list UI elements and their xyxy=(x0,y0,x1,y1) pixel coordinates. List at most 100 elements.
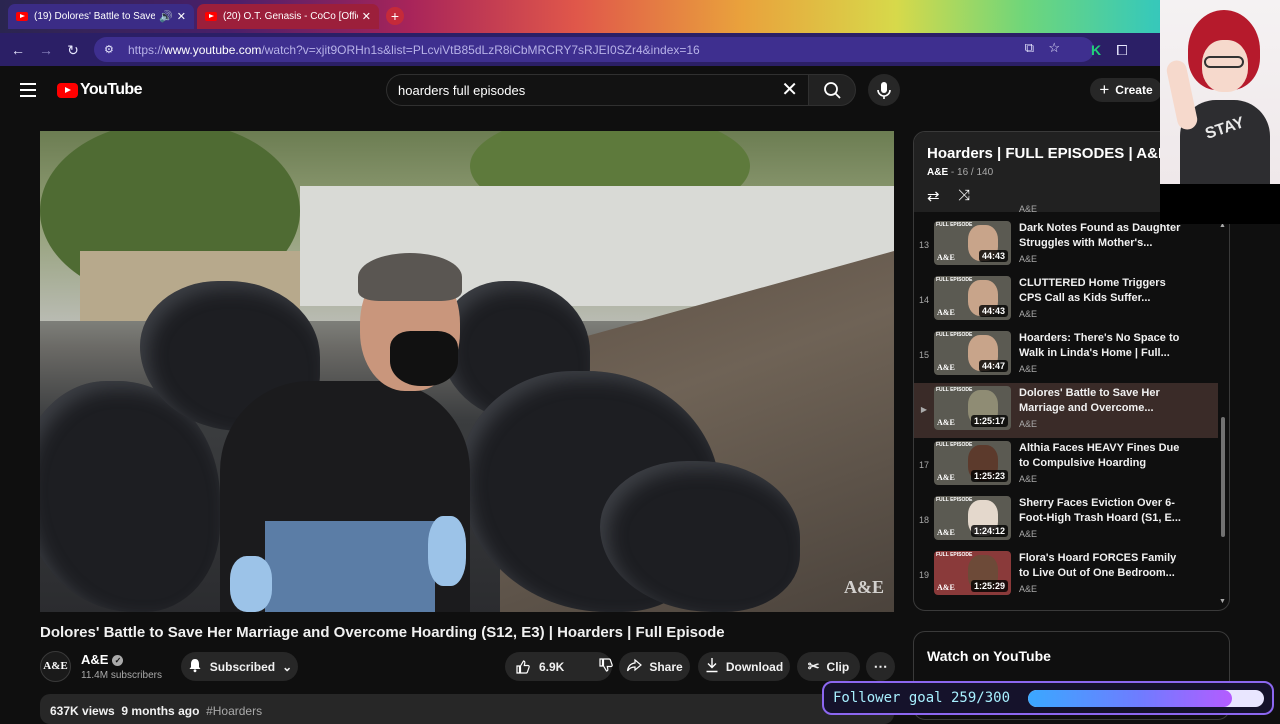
playlist-item-thumbnail: FULL EPISODE A&E 1:25:23 xyxy=(934,441,1011,485)
download-label: Download xyxy=(725,659,784,674)
view-count: 637K views xyxy=(50,704,115,718)
playlist-item-index: 18 xyxy=(918,515,929,525)
browser-tab-youtube-music[interactable]: (20) O.T. Genasis - CoCo [Offici ✕ xyxy=(197,4,379,29)
playlist-item-title: Dark Notes Found as Daughter Struggles w… xyxy=(1019,222,1181,249)
duration-badge: 44:43 xyxy=(978,250,1008,262)
playlist-item-channel: A&E xyxy=(1019,364,1038,374)
like-dislike-group: 6.9K xyxy=(505,652,614,681)
youtube-logo[interactable]: YouTube xyxy=(57,81,142,99)
hashtag-link[interactable]: #Hoarders xyxy=(206,704,262,718)
extensions-puzzle-icon[interactable]: ⧠ xyxy=(1112,40,1132,60)
playlist-item[interactable]: 17 FULL EPISODE A&E 1:25:23 Althia Faces H… xyxy=(914,438,1218,493)
overlay-dark-strip xyxy=(1160,184,1280,224)
playlist-item[interactable]: 13 FULL EPISODE A&E 44:43 Dark Notes Found… xyxy=(914,218,1218,273)
playlist-scrollbar[interactable] xyxy=(1221,417,1225,537)
channel-avatar[interactable]: A&E xyxy=(40,651,71,682)
chevron-down-icon: ⌄ xyxy=(282,659,293,674)
create-button[interactable]: + Create xyxy=(1090,78,1162,102)
loop-playlist-icon[interactable]: ⇄ xyxy=(927,187,940,205)
microphone-icon xyxy=(877,82,891,99)
playlist-item-thumbnail: FULL EPISODE A&E 1:25:29 xyxy=(934,551,1011,595)
playlist-item-thumbnail: FULL EPISODE A&E 1:24:12 xyxy=(934,496,1011,540)
scissors-icon: ✂ xyxy=(807,658,820,674)
playlist-item-thumbnail: FULL EPISODE A&E 44:43 xyxy=(934,221,1011,265)
playlist-item[interactable]: 14 FULL EPISODE A&E 44:43 CLUTTERED Home T… xyxy=(914,273,1218,328)
search-input[interactable]: hoarders full episodes ✕ xyxy=(386,74,808,106)
download-button[interactable]: Download xyxy=(698,652,790,681)
extension-k-icon[interactable]: K xyxy=(1086,40,1106,60)
like-count: 6.9K xyxy=(539,659,565,674)
playlist-item-current[interactable]: ▶ FULL EPISODE A&E 1:25:17 Dolores' Battle… xyxy=(914,383,1218,438)
playlist-item-thumbnail: FULL EPISODE A&E 44:47 xyxy=(934,331,1011,375)
playlist-item-index: 17 xyxy=(918,460,929,470)
partial-channel-label: A&E xyxy=(1019,204,1038,214)
like-button[interactable]: 6.9K xyxy=(515,659,564,675)
voice-search-button[interactable] xyxy=(868,74,900,106)
share-arrow-icon xyxy=(626,657,643,676)
video-title: Dolores' Battle to Save Her Marriage and… xyxy=(40,624,725,641)
now-playing-icon: ▶ xyxy=(920,405,928,414)
forward-arrow-icon[interactable]: → xyxy=(36,40,56,60)
clear-search-icon[interactable]: ✕ xyxy=(781,80,798,100)
new-tab-button[interactable]: + xyxy=(386,7,404,25)
clip-button[interactable]: ✂ Clip xyxy=(797,652,860,681)
tab-title: (20) O.T. Genasis - CoCo [Offici xyxy=(223,11,358,22)
duration-badge: 44:43 xyxy=(978,305,1008,317)
search-query-text: hoarders full episodes xyxy=(398,82,526,98)
download-icon xyxy=(705,657,719,676)
dislike-button[interactable] xyxy=(598,657,614,676)
avatar-glasses xyxy=(1204,56,1244,68)
playlist-item-channel: A&E xyxy=(1019,419,1038,429)
close-tab-icon[interactable]: ✕ xyxy=(177,10,186,23)
address-bar[interactable]: ⚙ https://www.youtube.com/watch?v=xjit9O… xyxy=(94,37,1094,62)
video-frame-person xyxy=(358,253,462,301)
youtube-masthead: YouTube hoarders full episodes ✕ + Creat… xyxy=(0,66,1280,116)
playlist-item-thumbnail: FULL EPISODE A&E 44:43 xyxy=(934,276,1011,320)
site-info-icon[interactable]: ⚙ xyxy=(104,43,118,57)
browser-tab-youtube-active[interactable]: (19) Dolores' Battle to Save 🔊 ✕ xyxy=(8,4,194,29)
shuffle-icon[interactable]: ⤨ xyxy=(958,187,970,204)
create-label: Create xyxy=(1115,83,1153,97)
speaker-icon[interactable]: 🔊 xyxy=(159,10,173,23)
thumbs-down-icon xyxy=(599,658,614,672)
channel-name[interactable]: A&E ✓ xyxy=(81,652,124,667)
share-label: Share xyxy=(649,659,683,674)
playlist-item-title: Althia Faces HEAVY Fines Due to Compulsi… xyxy=(1019,442,1180,469)
bookmark-star-icon[interactable]: ☆ xyxy=(1048,40,1060,56)
youtube-play-logo-icon xyxy=(57,82,78,98)
video-frame-glove xyxy=(230,556,272,612)
playlist-item-channel: A&E xyxy=(1019,584,1038,594)
back-arrow-icon[interactable]: ← xyxy=(8,40,28,60)
playlist-item[interactable]: 15 FULL EPISODE A&E 44:47 Hoarders: There'… xyxy=(914,328,1218,383)
tab-title: (19) Dolores' Battle to Save xyxy=(34,11,156,22)
close-tab-icon[interactable]: ✕ xyxy=(362,10,371,23)
playlist-item-channel: A&E xyxy=(1019,254,1038,264)
browser-toolbar: ← → ↻ ⚙ https://www.youtube.com/watch?v=… xyxy=(0,33,1280,66)
install-app-icon[interactable]: ⧉ xyxy=(1025,40,1034,56)
playlist-items: A&E 13 FULL EPISODE A&E 44:43 Dark Notes F… xyxy=(914,204,1229,610)
playlist-item-channel: A&E xyxy=(1019,309,1038,319)
playlist-item-title: Dolores' Battle to Save Her Marriage and… xyxy=(1019,387,1160,414)
menu-icon[interactable] xyxy=(20,83,36,97)
streamer-avatar-overlay: STAY xyxy=(1160,0,1280,184)
scroll-down-icon[interactable]: ▼ xyxy=(1219,598,1226,605)
video-frame-person xyxy=(390,331,458,386)
search-icon xyxy=(824,82,841,99)
youtube-wordmark: YouTube xyxy=(80,81,142,98)
playlist-item-title: Flora's Hoard FORCES Family to Live Out … xyxy=(1019,552,1177,579)
more-actions-button[interactable]: ⋯ xyxy=(866,652,895,681)
search-button[interactable] xyxy=(808,74,856,106)
video-player[interactable]: A&E xyxy=(40,131,894,612)
duration-badge: 1:25:23 xyxy=(970,470,1008,482)
playlist-item-index: 15 xyxy=(918,350,929,360)
share-button[interactable]: Share xyxy=(619,652,690,681)
playlist-item[interactable]: 18 FULL EPISODE A&E 1:24:12 Sherry Faces E… xyxy=(914,493,1218,548)
browser-tab-strip: (19) Dolores' Battle to Save 🔊 ✕ (20) O.… xyxy=(0,0,1280,33)
duration-badge: 1:24:12 xyxy=(970,525,1008,537)
youtube-favicon-icon xyxy=(16,12,28,21)
more-horizontal-icon: ⋯ xyxy=(873,658,888,674)
playlist-item-title: Sherry Faces Eviction Over 6-Foot-High T… xyxy=(1019,497,1181,524)
subscribed-button[interactable]: Subscribed ⌄ xyxy=(181,652,298,681)
reload-icon[interactable]: ↻ xyxy=(63,40,83,60)
playlist-item[interactable]: 19 FULL EPISODE A&E 1:25:29 Flora's Hoard … xyxy=(914,548,1218,603)
